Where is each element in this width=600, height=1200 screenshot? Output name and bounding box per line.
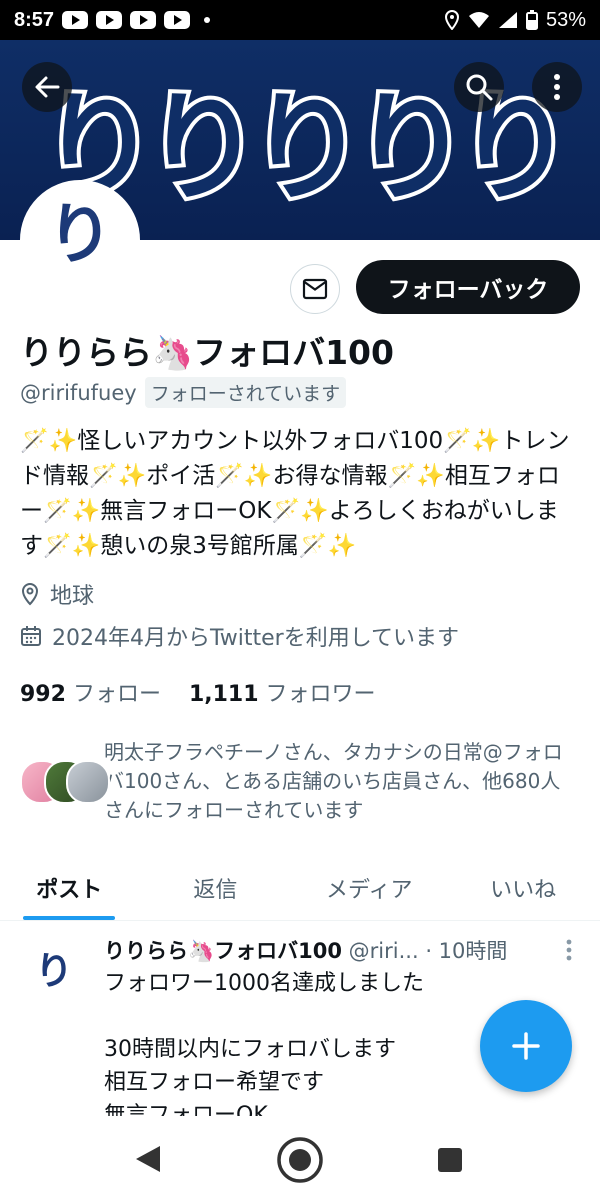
youtube-notification-icon: [62, 11, 89, 29]
active-tab-indicator: [23, 916, 116, 920]
post-author-name[interactable]: りりらら🦄フォロバ100: [104, 939, 342, 963]
post-text: フォロワー1000名達成しました 30時間以内にフォロバします 相互フォロー希望…: [104, 971, 424, 1116]
followed-by-avatars: [20, 760, 110, 804]
followers-count: 1,111: [188, 682, 259, 707]
circle-home-icon: [277, 1137, 323, 1183]
profile-name: りりらら🦄フォロバ100: [20, 333, 394, 372]
youtube-notification-icon: [164, 11, 191, 29]
post-author-avatar[interactable]: り: [18, 931, 90, 1003]
following-stat[interactable]: 992 フォロー: [20, 676, 161, 708]
tab-replies[interactable]: 返信: [138, 856, 292, 920]
followers-stat[interactable]: 1,111 フォロワー: [189, 676, 376, 708]
message-button[interactable]: [290, 264, 340, 314]
more-options-button[interactable]: [532, 62, 582, 112]
more-notifications-icon: [204, 17, 211, 23]
mail-icon: [302, 278, 328, 300]
location-row: 地球: [20, 578, 94, 610]
arrow-left-icon: [35, 76, 60, 98]
compose-post-button[interactable]: [480, 1000, 572, 1092]
calendar-icon: [21, 626, 41, 646]
follow-back-button[interactable]: フォローバック: [356, 260, 580, 314]
battery-icon: [525, 10, 538, 30]
followed-by-section[interactable]: 明太子フラペチーノさん、タカナシの日常@フォロバ100さん、とある店舗のいち店員…: [20, 738, 580, 825]
followed-by-text: 明太子フラペチーノさん、タカナシの日常@フォロバ100さん、とある店舗のいち店員…: [104, 740, 563, 822]
tab-label: いいね: [490, 878, 557, 903]
more-vertical-icon: [554, 74, 560, 100]
tab-posts[interactable]: ポスト: [0, 856, 138, 920]
status-bar: 8:57 53%: [0, 0, 600, 40]
search-icon: [466, 74, 493, 101]
status-time: 8:57: [14, 8, 55, 31]
tab-label: メディア: [326, 878, 413, 903]
signal-icon: [498, 12, 517, 28]
location-icon: [444, 10, 459, 30]
wifi-icon: [468, 12, 489, 28]
android-nav-bar: [0, 1118, 600, 1200]
profile-handle: @ririfufuey: [20, 380, 137, 405]
search-button[interactable]: [454, 62, 504, 112]
follower-avatar: [66, 760, 110, 804]
location-pin-icon: [21, 582, 39, 606]
youtube-notification-icon: [96, 11, 123, 29]
square-recents-icon: [438, 1148, 462, 1172]
tab-media[interactable]: メディア: [292, 856, 446, 920]
nav-home-button[interactable]: [276, 1136, 324, 1184]
battery-percent: 53%: [545, 8, 586, 31]
tab-label: 返信: [193, 878, 238, 903]
more-vertical-icon: [566, 939, 572, 961]
tab-label: ポスト: [36, 878, 103, 903]
post-time: · 10時間: [425, 939, 508, 963]
triangle-back-icon: [136, 1146, 160, 1172]
following-label: フォロー: [72, 682, 161, 707]
post-more-button[interactable]: [566, 939, 572, 965]
location-text: 地球: [50, 584, 95, 609]
joined-text: 2024年4月からTwitterを利用しています: [52, 626, 460, 651]
post-avatar-glyph: り: [34, 948, 73, 993]
profile-avatar[interactable]: り: [20, 180, 140, 300]
profile-bio: 🪄✨怪しいアカウント以外フォロバ100🪄✨トレンド情報🪄✨ポイ活🪄✨お得な情報🪄…: [20, 428, 570, 559]
handle-row: @ririfufuey フォローされています: [20, 377, 347, 408]
youtube-notification-icon: [130, 11, 157, 29]
back-button[interactable]: [22, 62, 72, 112]
nav-back-button[interactable]: [134, 1144, 162, 1174]
joined-row: 2024年4月からTwitterを利用しています: [20, 620, 459, 652]
tab-likes[interactable]: いいね: [446, 856, 600, 920]
nav-recents-button[interactable]: [438, 1148, 462, 1172]
profile-tabs: ポスト 返信 メディア いいね: [0, 856, 600, 921]
post-author-handle: @riri...: [348, 939, 419, 963]
avatar-glyph: り: [47, 196, 113, 273]
following-count: 992: [20, 682, 66, 707]
plus-icon: [512, 1032, 540, 1060]
followers-label: フォロワー: [265, 682, 376, 707]
follow-stats: 992 フォロー 1,111 フォロワー: [20, 676, 376, 708]
post-header: りりらら🦄フォロバ100 @riri... · 10時間: [104, 935, 507, 965]
follows-you-badge: フォローされています: [144, 377, 347, 408]
